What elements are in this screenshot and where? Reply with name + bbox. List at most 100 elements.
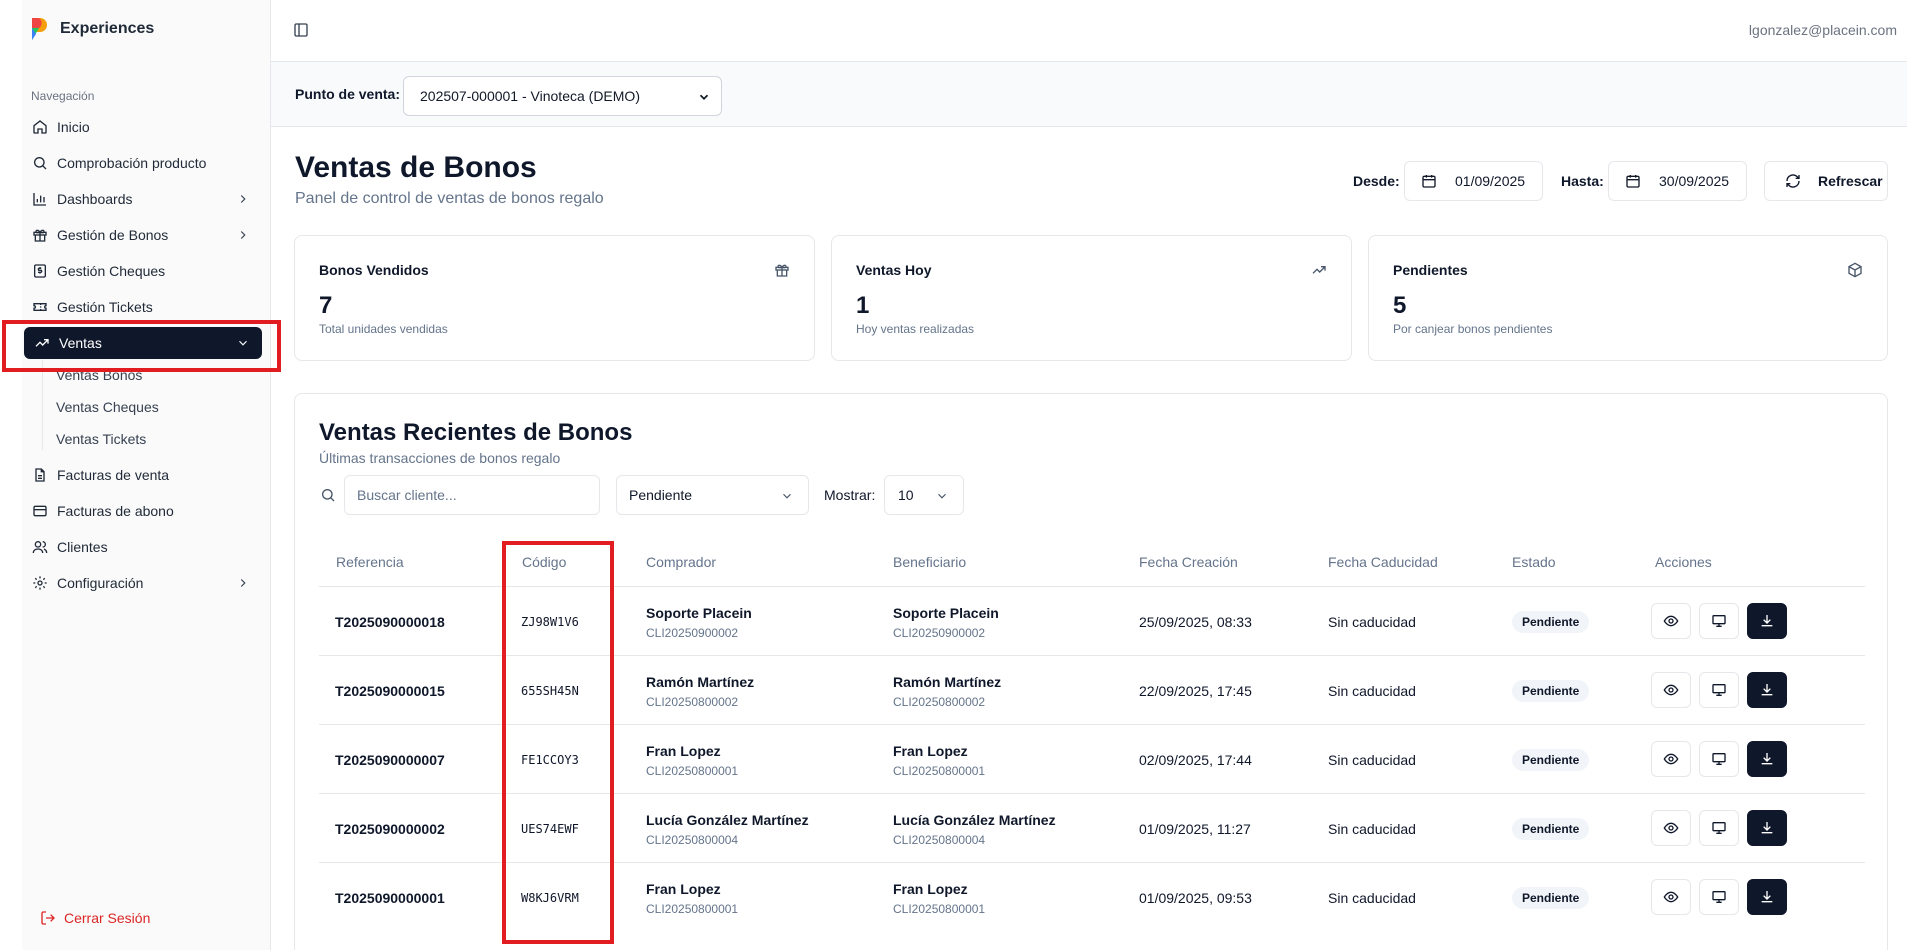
- client-search-input[interactable]: [344, 475, 600, 515]
- cell-reference: T2025090000007: [335, 752, 445, 768]
- sidebar-item-clientes[interactable]: Clientes: [22, 531, 262, 563]
- show-label: Mostrar:: [824, 487, 876, 503]
- calendar-icon: [1422, 175, 1436, 188]
- sidebar-item-comprobacion[interactable]: Comprobación producto: [22, 147, 262, 179]
- stat-title: Pendientes: [1393, 262, 1468, 278]
- sidebar-item-inicio[interactable]: Inicio: [22, 111, 262, 143]
- cell-beneficiary-name: Soporte Placein: [893, 605, 999, 621]
- nav-heading: Navegación: [31, 89, 95, 103]
- cell-buyer-name: Fran Lopez: [646, 881, 721, 897]
- cell-expiry: Sin caducidad: [1328, 752, 1416, 768]
- highlight-codigo-column: [502, 541, 614, 944]
- sidebar-subitem-ventas-cheques[interactable]: Ventas Cheques: [56, 399, 159, 415]
- cell-beneficiary-name: Lucía González Martínez: [893, 812, 1056, 828]
- trending-up-icon: [1312, 266, 1326, 274]
- download-button[interactable]: [1747, 672, 1787, 708]
- eye-icon: [1663, 684, 1679, 696]
- download-button[interactable]: [1747, 879, 1787, 915]
- sidebar-item-facturas-abono[interactable]: Facturas de abono: [22, 495, 262, 527]
- preview-button[interactable]: [1699, 879, 1739, 915]
- cell-created-date: 22/09/2025, 17:45: [1139, 683, 1252, 699]
- logout-button[interactable]: Cerrar Sesión: [40, 910, 150, 926]
- column-header-comprador[interactable]: Comprador: [646, 554, 716, 570]
- status-filter-select[interactable]: Pendiente: [616, 475, 809, 515]
- sidebar-subitem-ventas-tickets[interactable]: Ventas Tickets: [56, 431, 146, 447]
- preview-button[interactable]: [1699, 603, 1739, 639]
- stat-card-today: Ventas Hoy 1 Hoy ventas realizadas: [831, 235, 1352, 361]
- column-header-beneficiario[interactable]: Beneficiario: [893, 554, 966, 570]
- sidebar-toggle-icon[interactable]: [293, 22, 309, 38]
- cell-buyer-id: CLI20250900002: [646, 626, 739, 640]
- cell-buyer-name: Ramón Martínez: [646, 674, 755, 690]
- download-button[interactable]: [1747, 603, 1787, 639]
- stat-title: Bonos Vendidos: [319, 262, 429, 278]
- monitor-icon: [1712, 615, 1726, 627]
- from-date-button[interactable]: 01/09/2025: [1404, 161, 1543, 201]
- column-header-acciones: Acciones: [1655, 554, 1712, 570]
- status-badge: Pendiente: [1512, 680, 1590, 702]
- sidebar-item-label: Gestión Cheques: [57, 263, 166, 279]
- view-button[interactable]: [1651, 810, 1691, 846]
- sidebar-item-gestion-tickets[interactable]: Gestión Tickets: [22, 291, 262, 323]
- page-size-select[interactable]: 10: [884, 475, 964, 515]
- to-date-button[interactable]: 30/09/2025: [1608, 161, 1747, 201]
- sidebar-item-label: Inicio: [57, 119, 90, 135]
- cell-beneficiary-id: CLI20250800001: [893, 764, 986, 778]
- ticket-icon: [33, 303, 47, 311]
- sidebar-item-label: Configuración: [57, 575, 144, 591]
- column-header-fecha-creacion[interactable]: Fecha Creación: [1139, 554, 1238, 570]
- highlight-ventas: [2, 320, 281, 372]
- cell-beneficiary-name: Fran Lopez: [893, 881, 968, 897]
- gift-icon: [33, 229, 47, 242]
- to-label: Hasta:: [1561, 173, 1604, 189]
- sidebar-item-facturas-venta[interactable]: Facturas de venta: [22, 459, 262, 491]
- download-button[interactable]: [1747, 810, 1787, 846]
- download-icon: [1761, 891, 1773, 903]
- download-button[interactable]: [1747, 741, 1787, 777]
- column-header-fecha-caducidad[interactable]: Fecha Caducidad: [1328, 554, 1438, 570]
- sidebar-item-configuracion[interactable]: Configuración: [22, 567, 262, 599]
- eye-icon: [1663, 615, 1679, 627]
- sidebar-item-dashboards[interactable]: Dashboards: [22, 183, 262, 215]
- column-header-estado[interactable]: Estado: [1512, 554, 1556, 570]
- cell-reference: T2025090000001: [335, 890, 445, 906]
- chevron-right-icon: [240, 195, 246, 203]
- package-icon: [1848, 262, 1862, 278]
- file-icon: [35, 468, 45, 482]
- cell-buyer-name: Lucía González Martínez: [646, 812, 809, 828]
- sidebar-item-gestion-cheques[interactable]: Gestión Cheques: [22, 255, 262, 287]
- preview-button[interactable]: [1699, 741, 1739, 777]
- table-title: Ventas Recientes de Bonos: [319, 419, 633, 446]
- preview-button[interactable]: [1699, 672, 1739, 708]
- sidebar-item-label: Comprobación producto: [57, 155, 207, 171]
- home-icon: [33, 120, 47, 134]
- column-header-referencia[interactable]: Referencia: [336, 554, 404, 570]
- stat-value: 5: [1393, 292, 1407, 319]
- monitor-icon: [1712, 684, 1726, 696]
- sidebar-item-label: Facturas de abono: [57, 503, 174, 519]
- refresh-icon: [1786, 174, 1800, 188]
- view-button[interactable]: [1651, 741, 1691, 777]
- chevron-down-icon: [783, 493, 791, 499]
- brand[interactable]: Experiences: [30, 16, 154, 42]
- preview-button[interactable]: [1699, 810, 1739, 846]
- from-label: Desde:: [1353, 173, 1400, 189]
- cell-buyer-id: CLI20250800001: [646, 902, 739, 916]
- view-button[interactable]: [1651, 879, 1691, 915]
- sidebar: Experiences Navegación Inicio Comprobaci…: [22, 0, 271, 950]
- logo-icon: [32, 18, 47, 40]
- sidebar-item-gestion-bonos[interactable]: Gestión de Bonos: [22, 219, 262, 251]
- user-email[interactable]: lgonzalez@placein.com: [1749, 22, 1897, 38]
- view-button[interactable]: [1651, 672, 1691, 708]
- stat-desc: Por canjear bonos pendientes: [1393, 322, 1553, 336]
- refresh-button[interactable]: Refrescar: [1764, 161, 1888, 201]
- pos-select[interactable]: 202507-000001 - Vinoteca (DEMO): [403, 76, 722, 116]
- cell-beneficiary-id: CLI20250800002: [893, 695, 986, 709]
- pos-select-value: 202507-000001 - Vinoteca (DEMO): [420, 88, 640, 104]
- gift-icon: [775, 264, 789, 277]
- to-date-value: 30/09/2025: [1659, 173, 1730, 189]
- stat-value: 7: [319, 292, 333, 319]
- view-button[interactable]: [1651, 603, 1691, 639]
- cell-buyer-name: Soporte Placein: [646, 605, 752, 621]
- chevron-right-icon: [240, 231, 246, 239]
